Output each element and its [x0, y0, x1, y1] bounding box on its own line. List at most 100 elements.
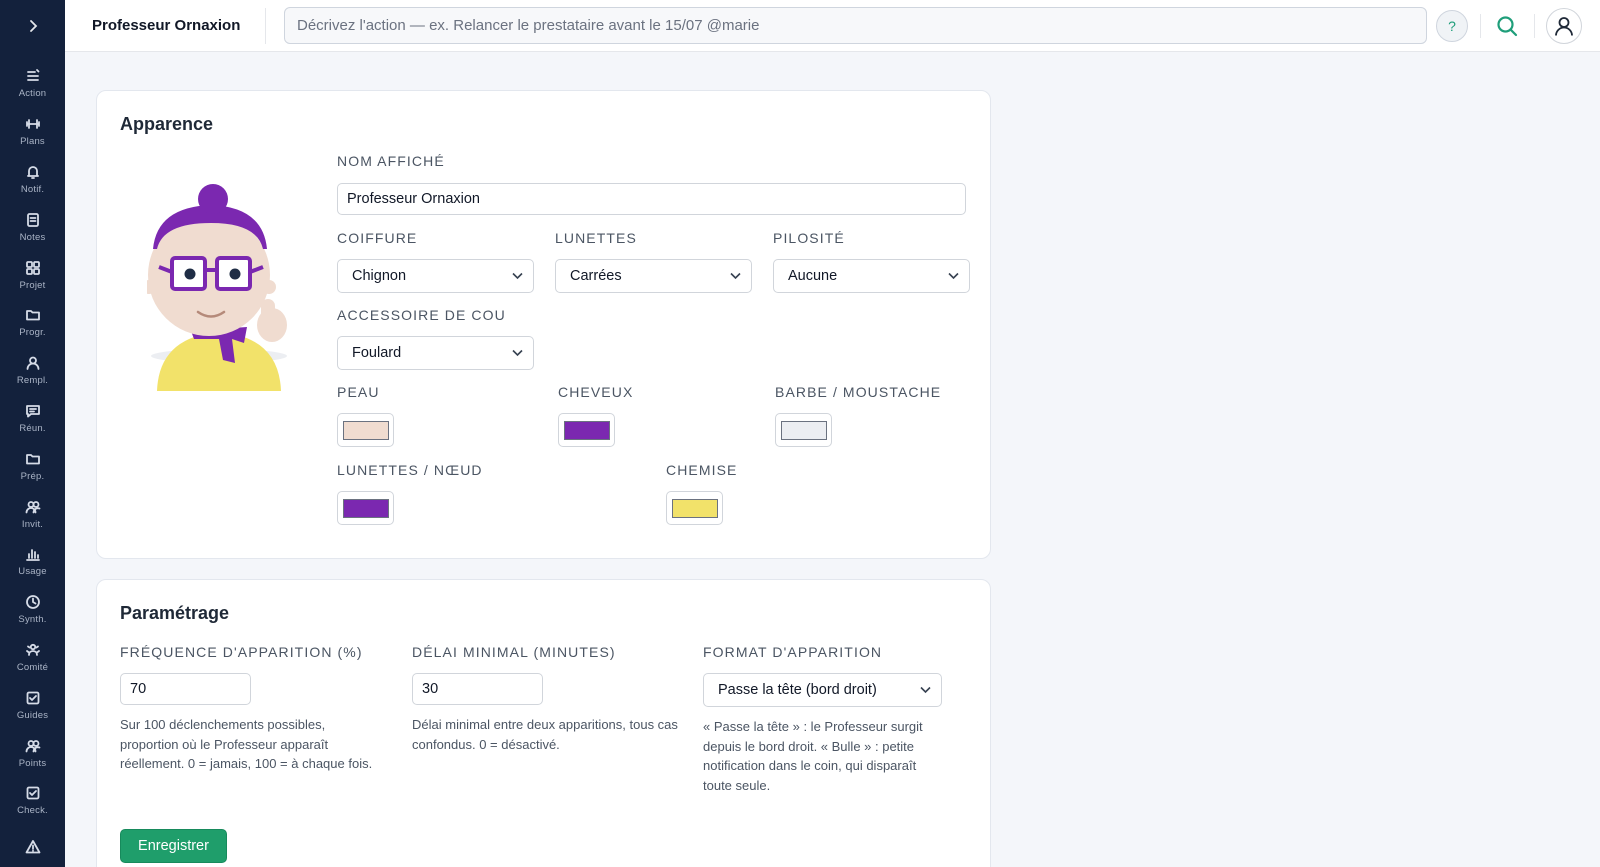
sidebar-item-points[interactable]: Points [0, 729, 65, 777]
hairstyle-select[interactable]: Chignon [337, 259, 534, 293]
sidebar-item-label: Check. [17, 805, 48, 817]
sidebar-item-reun[interactable]: Réun. [0, 395, 65, 443]
professor-avatar-preview [147, 184, 287, 391]
neck-accessory-select[interactable]: Foulard [337, 336, 534, 370]
folder-icon [25, 453, 40, 465]
glasses-bow-color-label: Lunettes / nœud [337, 462, 483, 478]
sidebar-item-label: Projet [19, 279, 46, 291]
glasses-select[interactable]: Carrées [555, 259, 752, 293]
sidebar-item-label: Comité [16, 661, 49, 673]
action-command-input[interactable] [284, 7, 1427, 44]
help-button[interactable]: ? [1436, 9, 1468, 42]
frequency-label: Fréquence d'apparition (%) [120, 644, 363, 660]
facial-hair-select[interactable]: Aucune [773, 259, 970, 293]
sidebar-item-label: Action [18, 88, 47, 100]
users-icon [25, 739, 40, 752]
skin-color-picker[interactable] [337, 413, 394, 447]
glasses-bow-color-picker[interactable] [337, 491, 394, 525]
hairstyle-value: Chignon [352, 268, 407, 284]
action-list-icon [26, 69, 39, 82]
sidebar-item-guides[interactable]: Guides [0, 681, 65, 729]
min-delay-input[interactable] [412, 673, 543, 705]
color-swatch [780, 420, 827, 440]
hair-color-picker[interactable] [558, 413, 615, 447]
user-icon [26, 356, 39, 371]
min-delay-help: Délai minimal entre deux apparitions, to… [412, 717, 678, 752]
user-icon [1555, 16, 1573, 36]
appearance-card: Apparence Nom affiché Coiffure Chignon L… [96, 90, 991, 559]
folder-icon [25, 310, 40, 321]
sidebar-item-label: Notif. [20, 183, 45, 195]
glasses-label: Lunettes [555, 230, 637, 246]
check-square-icon [26, 691, 39, 705]
search-icon [1497, 15, 1518, 36]
color-swatch [342, 420, 389, 440]
color-swatch [671, 498, 718, 518]
display-name-input[interactable] [337, 183, 966, 215]
sidebar-item-label: Prép. [20, 470, 45, 482]
beard-color-label: Barbe / moustache [775, 384, 942, 400]
appearance-title: Apparence [120, 114, 214, 134]
message-icon [25, 405, 40, 418]
divider [1534, 13, 1535, 38]
chevron-down-icon [730, 272, 741, 280]
format-help: « Passe la tête » : le Professeur surgit… [703, 719, 923, 793]
sidebar-item-projet[interactable]: Projet [0, 251, 65, 299]
top-bar: Professeur Ornaxion ? [65, 0, 1600, 52]
hairstyle-label: Coiffure [337, 230, 418, 246]
format-select[interactable]: Passe la tête (bord droit) [703, 673, 942, 707]
settings-title: Paramétrage [120, 603, 230, 623]
sidebar-item-action[interactable]: Action [0, 60, 65, 108]
sidebar-item-prep[interactable]: Prép. [0, 442, 65, 490]
sidebar-item-notif[interactable]: Notif. [0, 156, 65, 204]
color-swatch [563, 420, 610, 440]
color-swatch [342, 498, 389, 518]
save-button[interactable]: Enregistrer [120, 829, 227, 863]
bar-chart-icon [25, 549, 40, 562]
min-delay-label: Délai minimal (minutes) [412, 644, 616, 660]
plans-icon [25, 119, 40, 130]
sidebar-item-label: Réun. [19, 422, 46, 434]
sidebar-item-invit[interactable]: Invit. [0, 490, 65, 538]
sidebar-item-notes[interactable]: Notes [0, 203, 65, 251]
sidebar-item-progr[interactable]: Progr. [0, 299, 65, 347]
facial-hair-value: Aucune [788, 268, 838, 284]
beard-color-picker[interactable] [775, 413, 832, 447]
sidebar-item-plans[interactable]: Plans [0, 108, 65, 156]
chevron-down-icon [948, 272, 959, 280]
committee-icon [25, 643, 40, 656]
sidebar-item-label: Points [18, 757, 47, 769]
search-button[interactable] [1494, 13, 1520, 39]
sidebar: Action Plans Notif. Notes Projet Progr. … [0, 0, 65, 867]
sidebar-item-alerts[interactable] [0, 825, 65, 867]
sidebar-item-usage[interactable]: Usage [0, 538, 65, 586]
sidebar-item-comite[interactable]: Comité [0, 634, 65, 682]
chevron-down-icon [512, 272, 523, 280]
sidebar-item-label: Usage [18, 566, 47, 578]
sidebar-item-synth[interactable]: Synth. [0, 586, 65, 634]
sidebar-toggle-button[interactable] [0, 0, 65, 52]
sidebar-item-label: Guides [16, 709, 49, 721]
sidebar-item-label: Synth. [18, 614, 47, 626]
chevron-down-icon [920, 686, 931, 694]
sidebar-item-label: Progr. [19, 327, 46, 339]
sidebar-item-label: Rempl. [16, 375, 49, 387]
sidebar-item-check[interactable]: Check. [0, 777, 65, 825]
user-menu-button[interactable] [1546, 7, 1582, 44]
facial-hair-label: Pilosité [773, 230, 845, 246]
shirt-color-picker[interactable] [666, 491, 723, 525]
warning-icon [25, 839, 40, 854]
sidebar-item-rempl[interactable]: Rempl. [0, 347, 65, 395]
frequency-input[interactable] [120, 673, 251, 705]
divider [265, 7, 266, 44]
display-name-label: Nom affiché [337, 153, 445, 169]
bell-icon [26, 166, 39, 179]
skin-color-label: Peau [337, 384, 380, 400]
format-label: Format d'apparition [703, 644, 883, 660]
sidebar-item-label: Notes [19, 231, 46, 243]
glasses-value: Carrées [570, 268, 622, 284]
settings-card: Paramétrage Fréquence d'apparition (%) S… [96, 579, 991, 867]
grid-icon [25, 260, 40, 275]
chevron-down-icon [512, 349, 523, 357]
format-value: Passe la tête (bord droit) [718, 682, 877, 698]
